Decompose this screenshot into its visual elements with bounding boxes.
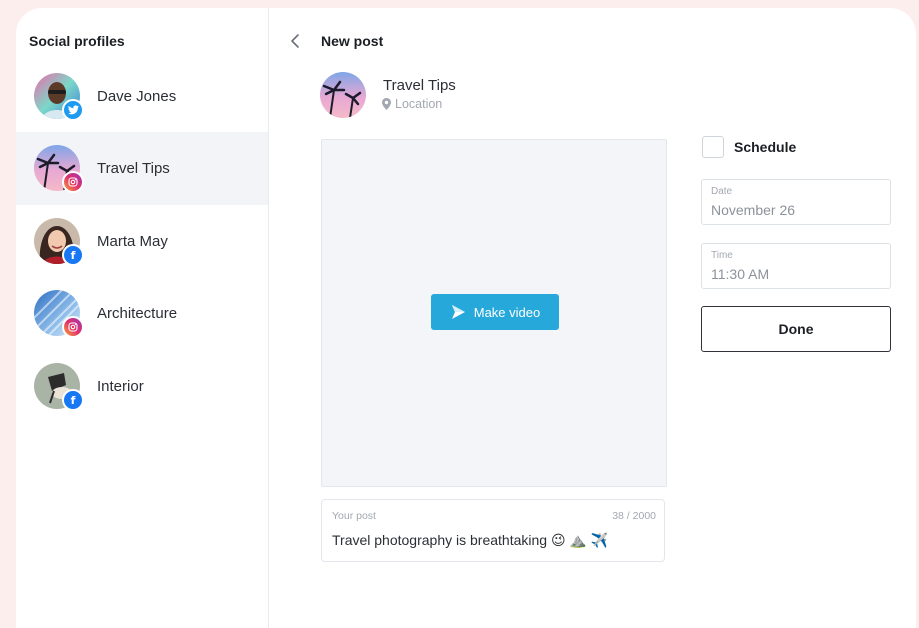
date-field[interactable]: Date November 26 (701, 179, 891, 225)
facebook-icon: f (62, 244, 84, 266)
facebook-icon: f (62, 389, 84, 411)
post-account-avatar (320, 72, 366, 118)
back-button[interactable] (285, 30, 305, 52)
post-text-value: Travel photography is breathtaking 😉 ⛰️ … (332, 532, 609, 548)
app-window: Social profiles Dave Jones Travel Tips f… (16, 8, 916, 628)
play-icon (451, 305, 465, 319)
post-text-field[interactable]: Your post 38 / 2000 Travel photography i… (321, 499, 665, 562)
profile-name: Marta May (97, 233, 168, 250)
time-label: Time (711, 250, 733, 261)
date-value: November 26 (711, 202, 796, 218)
profile-name: Architecture (97, 305, 178, 322)
sidebar-title: Social profiles (29, 33, 125, 49)
time-field[interactable]: Time 11:30 AM (701, 243, 891, 289)
media-dropzone[interactable]: Make video (321, 139, 667, 487)
char-counter: 38 / 2000 (612, 510, 656, 522)
instagram-icon (62, 171, 84, 193)
chevron-left-icon (291, 34, 299, 48)
profile-name: Travel Tips (97, 160, 170, 177)
location-placeholder: Location (395, 97, 443, 111)
profile-item-dave-jones[interactable]: Dave Jones (16, 60, 268, 133)
schedule-label: Schedule (734, 139, 797, 155)
twitter-icon (62, 99, 84, 121)
time-value: 11:30 AM (711, 266, 770, 282)
make-video-button[interactable]: Make video (431, 294, 559, 330)
schedule-checkbox[interactable] (702, 136, 724, 158)
new-post-panel: New post Travel Tips Location Make video… (269, 8, 916, 628)
schedule-toggle[interactable]: Schedule (702, 136, 796, 158)
profile-name: Interior (97, 378, 144, 395)
profile-name: Dave Jones (97, 88, 177, 105)
done-button[interactable]: Done (701, 306, 891, 352)
profile-item-marta-may[interactable]: f Marta May (16, 205, 268, 278)
location-pin-icon (382, 98, 391, 110)
profile-item-travel-tips[interactable]: Travel Tips (16, 132, 268, 205)
sidebar: Social profiles Dave Jones Travel Tips f… (16, 8, 269, 628)
post-account-name: Travel Tips (383, 77, 456, 94)
location-field[interactable]: Location (382, 97, 442, 111)
profile-item-interior[interactable]: f Interior (16, 350, 268, 423)
make-video-label: Make video (473, 304, 541, 320)
post-field-label: Your post (332, 510, 376, 522)
instagram-icon (62, 316, 84, 338)
page-title: New post (321, 33, 384, 49)
profile-item-architecture[interactable]: Architecture (16, 277, 268, 350)
date-label: Date (711, 186, 733, 197)
